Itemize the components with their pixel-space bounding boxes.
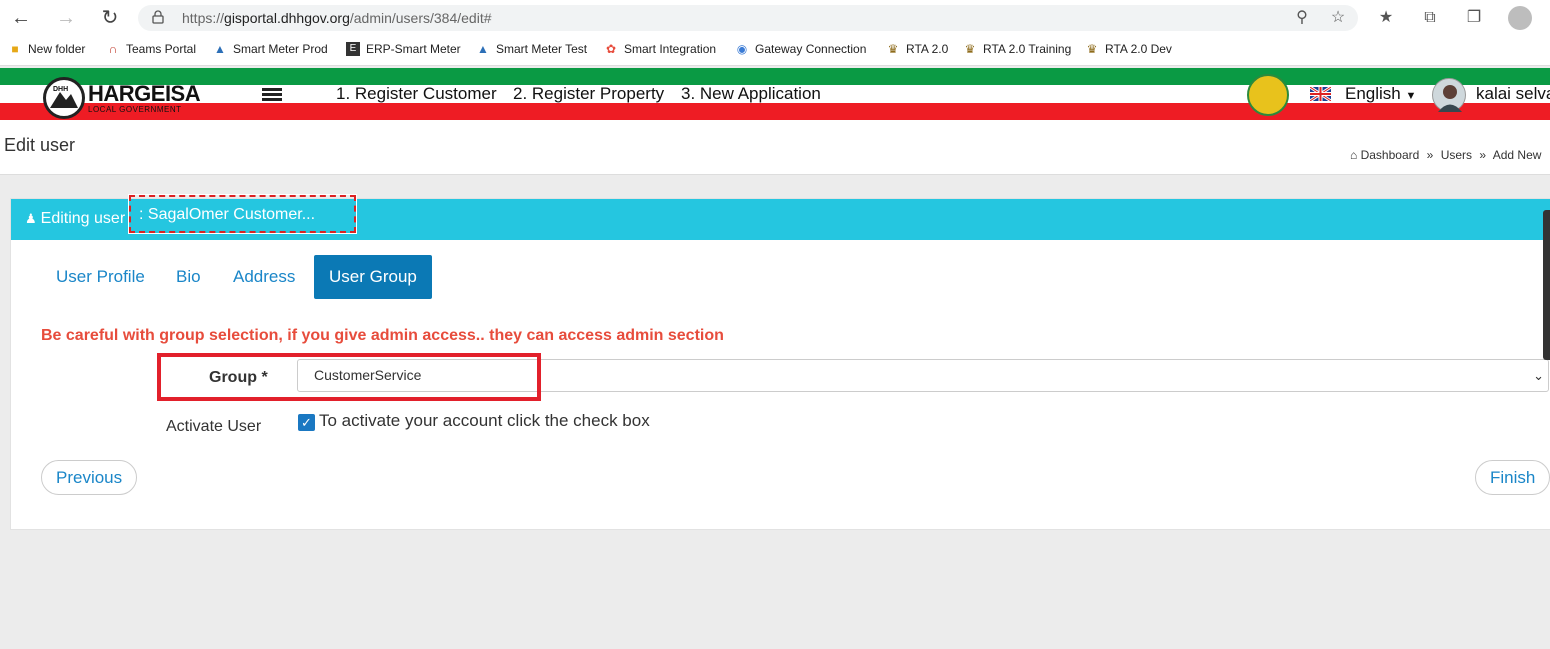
logo-text[interactable]: HARGEISA bbox=[88, 81, 201, 107]
warning-message: Be careful with group selection, if you … bbox=[41, 327, 724, 344]
bookmark-rta-2-dev[interactable]: ♛ RTA 2.0 Dev bbox=[1085, 42, 1172, 56]
gateway-icon: ◉ bbox=[736, 42, 748, 56]
teams-portal-icon: ∩ bbox=[108, 42, 118, 56]
key-icon[interactable]: ⚲ bbox=[1290, 6, 1314, 30]
breadcrumb-dashboard[interactable]: Dashboard bbox=[1361, 148, 1420, 162]
government-emblem-icon bbox=[1247, 74, 1289, 116]
card-title: ♟ Editing user bbox=[25, 210, 126, 227]
lock-icon bbox=[152, 10, 164, 24]
refresh-icon[interactable]: ↻ bbox=[97, 6, 123, 30]
users-icon: ♟ bbox=[25, 211, 37, 226]
activate-user-checkbox[interactable]: ✓ bbox=[298, 414, 315, 431]
forward-icon[interactable]: → bbox=[53, 6, 79, 30]
back-icon[interactable]: ← bbox=[8, 6, 34, 30]
nav-register-property[interactable]: 2. Register Property bbox=[513, 84, 664, 104]
group-highlight bbox=[157, 353, 541, 401]
folder-icon: ■ bbox=[11, 42, 19, 56]
extensions-icon[interactable]: ❐ bbox=[1462, 6, 1486, 30]
page-title: Edit user bbox=[4, 135, 76, 155]
user-avatar[interactable] bbox=[1432, 78, 1466, 112]
flag-stripe-red bbox=[0, 103, 1550, 120]
drop-icon: ▲ bbox=[477, 42, 489, 56]
svg-text:DHH: DHH bbox=[53, 86, 68, 93]
bookmark-smart-integration[interactable]: ✿ Smart Integration bbox=[604, 42, 716, 56]
tab-address[interactable]: Address bbox=[218, 255, 310, 299]
favorite-add-icon[interactable]: ☆ bbox=[1326, 6, 1350, 30]
rta-icon: ♛ bbox=[1086, 42, 1098, 56]
home-icon: ⌂ bbox=[1350, 148, 1358, 162]
app-header: DHH HARGEISA LOCAL GOVERNMENT 1. Registe… bbox=[0, 68, 1550, 120]
bookmark-rta-2[interactable]: ♛ RTA 2.0 bbox=[886, 42, 949, 56]
logo-mark[interactable]: DHH bbox=[43, 77, 85, 119]
finish-button[interactable]: Finish bbox=[1475, 460, 1550, 495]
tab-user-profile[interactable]: User Profile bbox=[41, 255, 160, 299]
bookmark-rta-2-training[interactable]: ♛ RTA 2.0 Training bbox=[963, 42, 1072, 56]
card-header: ♟ Editing user : SagalOmer Customer... bbox=[11, 194, 1550, 240]
tab-bio[interactable]: Bio bbox=[161, 255, 216, 299]
previous-button[interactable]: Previous bbox=[41, 460, 138, 495]
rta-icon: ♛ bbox=[887, 42, 899, 56]
breadcrumb-users[interactable]: Users bbox=[1441, 148, 1472, 162]
tab-user-group[interactable]: User Group bbox=[314, 255, 432, 299]
breadcrumb: ⌂ Dashboard » Users » Add New bbox=[1350, 148, 1542, 162]
breadcrumb-add-new[interactable]: Add New bbox=[1493, 148, 1542, 162]
erp-icon: E bbox=[346, 42, 360, 56]
url-text: https://gisportal.dhhgov.org/admin/users… bbox=[182, 10, 492, 26]
user-name[interactable]: kalai selva bbox=[1476, 84, 1550, 104]
logo-subtitle: LOCAL GOVERNMENT bbox=[88, 105, 182, 114]
bookmarks-bar: ■ New folder ∩ Teams Portal ▲ Smart Meter P… bbox=[0, 36, 1550, 66]
uk-flag-icon bbox=[1310, 87, 1331, 101]
logo-mountain-icon: DHH bbox=[50, 86, 78, 108]
bookmark-gateway-connection[interactable]: ◉ Gateway Connection bbox=[735, 42, 867, 56]
edit-user-card: ♟ Editing user : SagalOmer Customer... U… bbox=[10, 194, 1550, 530]
bookmark-erp-smart-meter[interactable]: E ERP-Smart Meter bbox=[346, 42, 461, 56]
chevron-down-icon: ⌄ bbox=[1533, 368, 1544, 383]
language-dropdown[interactable]: English ▼ bbox=[1345, 84, 1416, 104]
collections-icon[interactable]: ⧉ bbox=[1418, 6, 1442, 30]
side-panel-tab[interactable] bbox=[1543, 210, 1550, 360]
bookmark-teams-portal[interactable]: ∩ Teams Portal bbox=[106, 42, 196, 56]
page-title-bar: Edit user ⌂ Dashboard » Users » Add New bbox=[0, 120, 1550, 175]
browser-toolbar: ← → ↻ https://gisportal.dhhgov.org/admin… bbox=[0, 0, 1550, 36]
username-highlight: : SagalOmer Customer... bbox=[128, 194, 357, 234]
flag-stripe-green bbox=[0, 68, 1550, 85]
activate-user-label: Activate User bbox=[166, 418, 262, 435]
bookmark-new-folder[interactable]: ■ New folder bbox=[8, 42, 85, 56]
rta-icon: ♛ bbox=[964, 42, 976, 56]
editing-user-name: : SagalOmer Customer... bbox=[139, 206, 316, 223]
integration-icon: ✿ bbox=[605, 42, 617, 56]
nav-new-application[interactable]: 3. New Application bbox=[681, 84, 821, 104]
caret-down-icon: ▼ bbox=[1405, 90, 1417, 102]
profile-icon[interactable] bbox=[1508, 6, 1532, 30]
bookmark-smart-meter-prod[interactable]: ▲ Smart Meter Prod bbox=[213, 42, 328, 56]
favorites-icon[interactable]: ★ bbox=[1374, 6, 1398, 30]
bookmark-smart-meter-test[interactable]: ▲ Smart Meter Test bbox=[476, 42, 587, 56]
drop-icon: ▲ bbox=[214, 42, 226, 56]
menu-toggle-icon[interactable] bbox=[262, 88, 282, 102]
address-bar[interactable]: https://gisportal.dhhgov.org/admin/users… bbox=[138, 5, 1358, 31]
nav-register-customer[interactable]: 1. Register Customer bbox=[336, 84, 497, 104]
user-icon bbox=[1438, 85, 1462, 112]
activate-user-text: To activate your account click the check… bbox=[319, 411, 650, 430]
